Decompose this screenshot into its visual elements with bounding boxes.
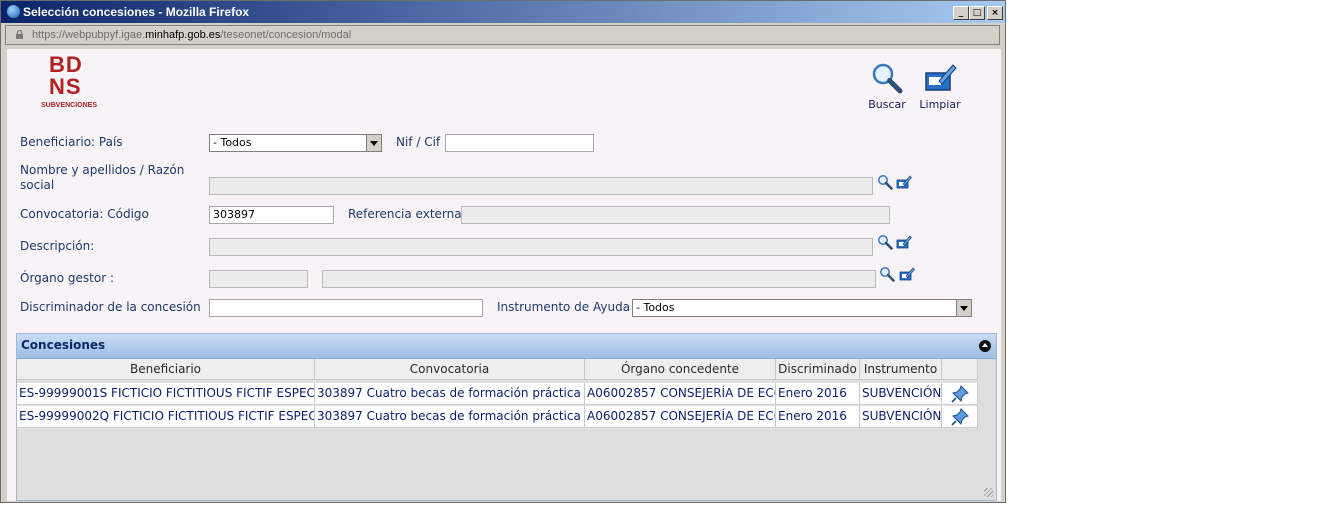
- maximize-button[interactable]: □: [969, 6, 985, 20]
- column-header-beneficiario[interactable]: Beneficiario: [17, 359, 315, 380]
- cell-instrumento[interactable]: SUBVENCIÓN: [860, 383, 942, 405]
- nombre-label-line2: social: [20, 178, 55, 192]
- cell-beneficiario[interactable]: ES-99999001S FICTICIO FICTITIOUS FICTIF …: [17, 383, 315, 405]
- column-header-convocatoria[interactable]: Convocatoria: [315, 359, 585, 380]
- url-path: /teseonet/concesion/modal: [220, 29, 352, 41]
- magnifier-icon[interactable]: [879, 266, 895, 282]
- instrumento-label: Instrumento de Ayuda: [497, 300, 631, 314]
- referencia-label: Referencia externa: [348, 207, 462, 221]
- cell-convocatoria[interactable]: 303897 Cuatro becas de formación práctic…: [315, 406, 585, 428]
- nif-input[interactable]: [445, 134, 594, 152]
- chevron-down-icon: [366, 135, 381, 151]
- firefox-icon: [6, 4, 21, 19]
- search-button[interactable]: Buscar: [865, 61, 909, 111]
- cell-organo[interactable]: A06002857 CONSEJERÍA DE ECONOMÍA: [585, 406, 776, 428]
- nombre-label: Nombre y apellidos / Razón social: [20, 163, 184, 193]
- search-label: Buscar: [868, 98, 906, 111]
- referencia-input: [461, 206, 890, 224]
- organo-name-input: [322, 270, 876, 288]
- clear-button[interactable]: Limpiar: [917, 61, 963, 111]
- browser-window: Selección concesiones - Mozilla Firefox …: [0, 0, 1006, 503]
- instrumento-select[interactable]: - Todos: [632, 299, 972, 317]
- cell-organo[interactable]: A06002857 CONSEJERÍA DE ECONOMÍA: [585, 383, 776, 405]
- clear-label: Limpiar: [919, 98, 961, 111]
- organo-label: Órgano gestor :: [20, 271, 114, 285]
- pais-select[interactable]: - Todos: [209, 134, 382, 152]
- grid-header: Concesiones: [17, 334, 996, 359]
- logo-text: BD NS: [49, 54, 83, 98]
- eraser-icon[interactable]: [896, 234, 912, 250]
- address-bar[interactable]: https://webpubpyf.igae.minhafp.gob.es/te…: [5, 25, 1000, 45]
- discriminador-input[interactable]: [209, 299, 483, 317]
- pais-select-value: - Todos: [213, 136, 252, 149]
- cell-discriminado[interactable]: Enero 2016: [776, 383, 860, 405]
- magnifier-icon: [872, 63, 903, 94]
- eraser-icon: [925, 64, 957, 91]
- nif-label: Nif / Cif: [396, 135, 441, 149]
- descripcion-label: Descripción:: [20, 239, 95, 253]
- column-header-actions: [942, 359, 978, 380]
- modal-content: BD NS SUBVENCIONES Buscar Limpiar Benefic…: [7, 49, 1001, 501]
- lock-icon: [16, 30, 23, 39]
- column-header-discriminado[interactable]: Discriminado: [776, 359, 860, 380]
- cell-instrumento[interactable]: SUBVENCIÓN: [860, 406, 942, 428]
- cell-convocatoria[interactable]: 303897 Cuatro becas de formación práctic…: [315, 383, 585, 405]
- column-header-organo[interactable]: Órgano concedente: [585, 359, 776, 380]
- concesiones-grid: Concesiones Beneficiario Convocatoria Ór…: [16, 333, 997, 501]
- magnifier-icon[interactable]: [877, 174, 893, 190]
- url-domain: minhafp.gob.es: [145, 29, 221, 41]
- convocatoria-input[interactable]: 303897: [209, 206, 334, 224]
- cell-discriminado[interactable]: Enero 2016: [776, 406, 860, 428]
- eraser-icon[interactable]: [896, 174, 912, 190]
- collapse-icon[interactable]: [979, 340, 991, 352]
- logo-line2: NS: [49, 74, 82, 99]
- nombre-input: [209, 177, 873, 195]
- url-text: https://webpubpyf.igae.minhafp.gob.es/te…: [32, 29, 351, 41]
- url-prefix: https://webpubpyf.igae.: [32, 29, 146, 41]
- eraser-icon[interactable]: [899, 266, 915, 282]
- descripcion-input: [209, 238, 873, 256]
- pais-label: Beneficiario: País: [20, 135, 123, 149]
- magnifier-icon[interactable]: [877, 234, 893, 250]
- pin-icon[interactable]: [950, 407, 970, 427]
- title-bar: Selección concesiones - Mozilla Firefox …: [1, 1, 1005, 23]
- window-title: Selección concesiones - Mozilla Firefox: [23, 5, 250, 19]
- chevron-down-icon: [956, 300, 971, 316]
- pin-icon[interactable]: [950, 384, 970, 404]
- organo-code-input: [209, 270, 308, 288]
- column-header-instrumento[interactable]: Instrumento: [860, 359, 942, 380]
- close-button[interactable]: ×: [987, 6, 1003, 20]
- logo-subtitle: SUBVENCIONES: [41, 102, 98, 109]
- convocatoria-label: Convocatoria: Código: [20, 207, 149, 221]
- cell-beneficiario[interactable]: ES-99999002Q FICTICIO FICTITIOUS FICTIF …: [17, 406, 315, 428]
- discriminador-label: Discriminador de la concesión: [20, 300, 201, 314]
- nombre-label-line1: Nombre y apellidos / Razón: [20, 163, 185, 177]
- minimize-button[interactable]: _: [953, 6, 969, 20]
- instrumento-select-value: - Todos: [636, 301, 675, 314]
- cell-action[interactable]: [942, 406, 978, 428]
- grid-title: Concesiones: [21, 338, 106, 352]
- cell-action[interactable]: [942, 383, 978, 405]
- resize-grip[interactable]: [984, 488, 993, 497]
